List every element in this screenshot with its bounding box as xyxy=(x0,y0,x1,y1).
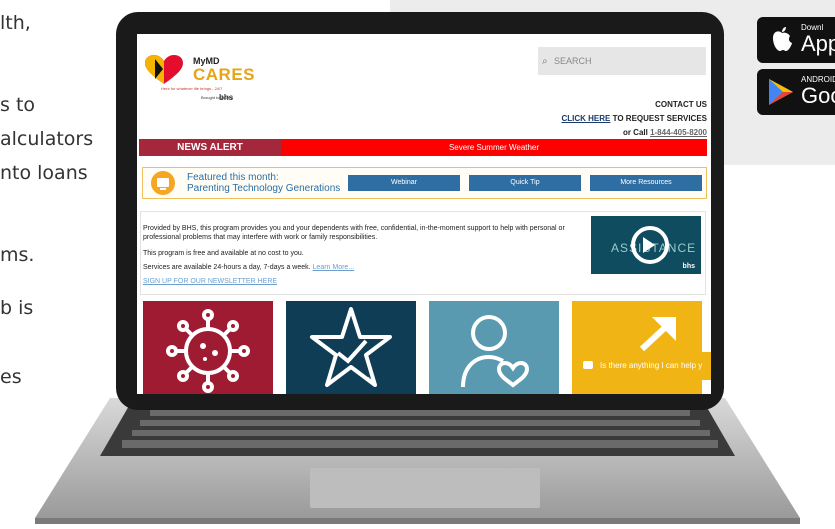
search-placeholder: SEARCH xyxy=(554,56,592,66)
person-heart-icon xyxy=(461,315,530,388)
request-services-text: TO REQUEST SERVICES xyxy=(610,114,707,123)
virus-icon xyxy=(166,309,250,393)
chat-icon xyxy=(583,361,593,369)
news-alert-label: NEWS ALERT xyxy=(139,139,281,156)
or-call-text: or Call xyxy=(622,128,651,137)
click-here-link[interactable]: CLICK HERE xyxy=(561,114,610,123)
apple-icon xyxy=(773,27,792,51)
chat-widget[interactable]: Is there anything I can help y xyxy=(573,352,711,380)
app-store-button[interactable]: Downl App xyxy=(757,17,835,63)
chat-text: Is there anything I can help y xyxy=(600,361,703,370)
tile-arrow[interactable] xyxy=(572,301,702,394)
trademark-text: TM xyxy=(365,377,373,383)
program-info: Provided by BHS, this program provides y… xyxy=(140,211,706,295)
logo-text-cares: CARES xyxy=(193,65,256,84)
bg-line: nto loans xyxy=(0,162,88,184)
search-icon: ⌕ xyxy=(542,56,548,67)
news-alert-bar: NEWS ALERT Severe Summer Weather xyxy=(139,139,707,156)
bg-line: alculators xyxy=(0,128,94,150)
google-play-button[interactable]: ANDROID A Goo xyxy=(757,69,835,115)
quick-tip-button[interactable]: Quick Tip xyxy=(469,175,581,191)
featured-line1: Featured this month: xyxy=(187,172,279,183)
tile-covid[interactable] xyxy=(143,301,273,394)
bg-line: ms. xyxy=(0,244,35,266)
bg-line: lth, xyxy=(0,12,31,34)
featured-line2: Parenting Technology Generations xyxy=(187,183,341,194)
news-alert-message[interactable]: Severe Summer Weather xyxy=(281,139,707,156)
tile-star[interactable]: TM xyxy=(286,301,416,394)
bg-line: s to xyxy=(0,94,36,116)
mymd-heart-logo-icon xyxy=(145,55,183,84)
info-availability: Services are available 24-hours a day, 7… xyxy=(143,264,311,271)
webinar-button[interactable]: Webinar xyxy=(348,175,460,191)
laptop-screen: MyMD CARES Here for whatever life brings… xyxy=(137,34,711,394)
info-paragraph-2: This program is free and available at no… xyxy=(143,250,304,257)
assistance-bhs: bhs xyxy=(682,263,695,270)
logo-tagline: Here for whatever life brings - 24/7 xyxy=(161,86,223,91)
play-triangle xyxy=(643,237,655,253)
logo-bhs: bhs xyxy=(219,93,234,102)
contact-title: CONTACT US xyxy=(655,100,707,109)
bg-line: es xyxy=(0,366,22,388)
info-paragraph-1: Provided by BHS, this program provides y… xyxy=(143,225,565,241)
bg-line: b is xyxy=(0,297,34,319)
search-input[interactable]: ⌕ SEARCH xyxy=(538,47,706,75)
learn-more-link[interactable]: Learn More... xyxy=(313,264,355,271)
google-play-big: Goo xyxy=(801,83,835,108)
info-paragraph-3: Services are available 24-hours a day, 7… xyxy=(143,263,573,272)
featured-banner: Featured this month: Parenting Technolog… xyxy=(142,167,707,199)
newsletter-link[interactable]: SIGN UP FOR OUR NEWSLETTER HERE xyxy=(143,277,573,286)
more-resources-button[interactable]: More Resources xyxy=(590,175,702,191)
star-icon xyxy=(310,307,392,387)
featured-icon xyxy=(151,171,175,195)
laptop-base xyxy=(35,398,800,524)
assistance-video[interactable]: ASSISTANCE bhs xyxy=(591,216,701,274)
contact-block: CONTACT US CLICK HERE TO REQUEST SERVICE… xyxy=(561,98,707,140)
phone-link[interactable]: 1-844-405-8200 xyxy=(650,128,707,137)
arrow-icon xyxy=(639,317,676,352)
app-store-big: App xyxy=(801,31,835,56)
play-store-icon xyxy=(769,79,793,105)
tile-wellbeing[interactable] xyxy=(429,301,559,394)
